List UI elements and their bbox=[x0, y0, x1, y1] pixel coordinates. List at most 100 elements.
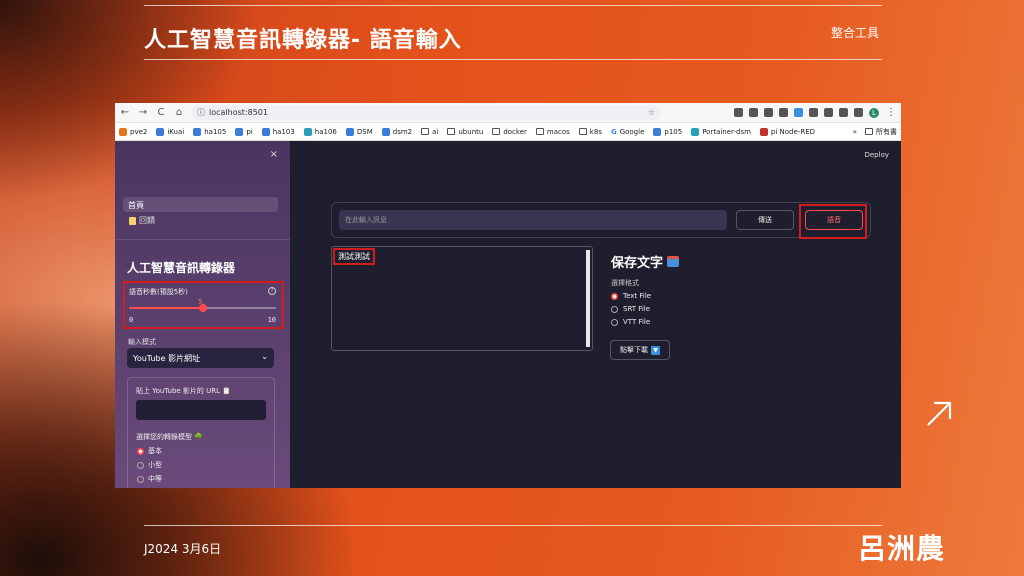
extension-icon[interactable] bbox=[764, 108, 773, 117]
slider-thumb[interactable] bbox=[198, 304, 207, 312]
extension-icon[interactable] bbox=[824, 108, 833, 117]
folder-icon bbox=[421, 128, 430, 135]
bookmark-item[interactable]: G Google bbox=[611, 128, 644, 136]
chevron-down-icon: ⌄ bbox=[261, 352, 268, 361]
bookmarks-more-button[interactable]: » bbox=[853, 128, 857, 136]
bookmark-item[interactable]: p105 bbox=[653, 127, 682, 136]
sidepanel-icon[interactable] bbox=[854, 108, 863, 117]
slide-author: 呂洲農 bbox=[858, 532, 946, 565]
youtube-url-input[interactable] bbox=[136, 400, 266, 420]
radio-selected-icon bbox=[137, 447, 144, 455]
sidebar-title: 人工智慧音訊轉錄器 bbox=[127, 261, 236, 275]
extension-icon[interactable] bbox=[794, 108, 803, 117]
bookmark-icon bbox=[759, 127, 768, 136]
bookmark-icon bbox=[381, 127, 390, 136]
bookmark-icon bbox=[193, 127, 202, 136]
menu-icon[interactable]: ⋮ bbox=[885, 107, 897, 118]
footer-rule bbox=[144, 525, 882, 526]
bookmark-folder[interactable]: ai bbox=[421, 128, 438, 136]
transcript-textarea[interactable]: 測試測試 bbox=[331, 246, 593, 351]
extension-icon[interactable] bbox=[734, 108, 743, 117]
bookmark-icon bbox=[345, 127, 354, 136]
top-rule bbox=[144, 5, 882, 6]
bookmark-item[interactable]: pi bbox=[235, 127, 253, 136]
google-icon: G bbox=[610, 127, 617, 136]
slider-min: 0 bbox=[129, 316, 134, 324]
deploy-button[interactable]: Deploy bbox=[864, 151, 889, 159]
arrow-up-right-icon bbox=[927, 401, 952, 426]
scrollbar[interactable] bbox=[586, 250, 590, 347]
home-icon[interactable]: ⌂ bbox=[173, 107, 185, 118]
model-option[interactable]: 基本 bbox=[137, 446, 162, 456]
inbox-icon bbox=[667, 256, 680, 267]
folder-icon bbox=[535, 128, 544, 135]
input-mode-select[interactable]: YouTube 影片網址 ⌄ bbox=[127, 348, 274, 368]
bookmark-item[interactable]: pi Node-RED bbox=[759, 127, 815, 136]
browser-toolbar: ← → C ⌂ ⓘ localhost:8501 ☆ L ⋮ bbox=[115, 103, 901, 123]
forward-icon[interactable]: → bbox=[137, 107, 149, 118]
folder-icon bbox=[492, 128, 501, 135]
bookmark-folder[interactable]: k8s bbox=[578, 128, 602, 136]
radio-icon bbox=[611, 305, 618, 313]
all-bookmarks-button[interactable]: 所有書 bbox=[865, 127, 897, 137]
bookmark-item[interactable]: iKuai bbox=[156, 127, 184, 136]
voice-highlight: 語音 bbox=[799, 204, 867, 239]
title-rule bbox=[144, 59, 882, 60]
send-button[interactable]: 傳送 bbox=[736, 210, 794, 230]
star-icon[interactable]: ☆ bbox=[648, 108, 655, 117]
extensions-row: L ⋮ bbox=[734, 107, 897, 118]
extension-icon[interactable] bbox=[779, 108, 788, 117]
sidebar: × 首頁 回饋 人工智慧音訊轉錄器 語音秒數(預設5秒) ? 5 0 10 輸入… bbox=[115, 141, 290, 488]
sidebar-divider bbox=[115, 239, 290, 240]
nav-home[interactable]: 首頁 bbox=[123, 197, 278, 212]
download-icon[interactable] bbox=[839, 108, 848, 117]
radio-icon bbox=[611, 318, 618, 326]
slider-fill bbox=[129, 307, 203, 309]
bookmark-folder[interactable]: docker bbox=[492, 128, 527, 136]
input-mode-value: YouTube 影片網址 bbox=[133, 354, 201, 363]
memo-icon bbox=[129, 216, 136, 225]
voice-button[interactable]: 語音 bbox=[805, 210, 863, 230]
download-button[interactable]: 點擊下載 ▼ bbox=[610, 340, 670, 360]
help-icon[interactable]: ? bbox=[268, 287, 276, 295]
model-option[interactable]: 小型 bbox=[137, 460, 162, 470]
input-mode-label: 輸入模式 bbox=[128, 338, 156, 346]
bookmark-item[interactable]: dsm2 bbox=[381, 127, 412, 136]
bookmark-item[interactable]: Portainer-dsm bbox=[691, 127, 751, 136]
bookmark-item[interactable]: DSM bbox=[345, 127, 373, 136]
slider-max: 10 bbox=[267, 316, 276, 324]
bookmark-folder[interactable]: ubuntu bbox=[447, 128, 483, 136]
close-icon[interactable]: × bbox=[270, 149, 278, 160]
bookmark-item[interactable]: ha106 bbox=[303, 127, 337, 136]
chat-input[interactable]: 在此輸入訊息 bbox=[339, 210, 727, 230]
profile-avatar[interactable]: L bbox=[869, 107, 879, 118]
slider-label: 語音秒數(預設5秒) bbox=[129, 288, 188, 296]
youtube-form: 貼上 YouTube 影片的 URL 📋 選擇您的轉錄模型 🌳 基本 小型 中等… bbox=[127, 377, 275, 488]
address-bar[interactable]: ⓘ localhost:8501 ☆ bbox=[191, 105, 661, 120]
reload-icon[interactable]: C bbox=[155, 107, 167, 118]
bookmark-item[interactable]: ha103 bbox=[261, 127, 295, 136]
extension-icon[interactable] bbox=[749, 108, 758, 117]
format-option[interactable]: SRT File bbox=[611, 305, 650, 313]
bookmark-item[interactable]: pve2 bbox=[119, 127, 147, 136]
url-text: localhost:8501 bbox=[209, 108, 268, 117]
nav-review[interactable]: 回饋 bbox=[129, 215, 155, 226]
format-option[interactable]: Text File bbox=[611, 292, 651, 300]
bookmark-icon bbox=[235, 127, 244, 136]
bookmark-item[interactable]: ha105 bbox=[193, 127, 226, 136]
slider-track[interactable] bbox=[129, 304, 276, 312]
radio-selected-icon bbox=[611, 292, 618, 300]
transcript-text: 測試測試 bbox=[333, 248, 375, 265]
browser-screenshot: ← → C ⌂ ⓘ localhost:8501 ☆ L ⋮ pve2 iKua… bbox=[115, 103, 901, 488]
format-option[interactable]: VTT File bbox=[611, 318, 650, 326]
bookmarks-overflow: » 所有書 bbox=[853, 127, 897, 137]
model-option[interactable]: 中等 bbox=[137, 474, 162, 484]
extension-icon[interactable] bbox=[809, 108, 818, 117]
folder-icon bbox=[865, 128, 873, 135]
site-info-icon[interactable]: ⓘ bbox=[197, 107, 205, 118]
chat-bar: 在此輸入訊息 傳送 語音 bbox=[331, 202, 871, 239]
back-icon[interactable]: ← bbox=[119, 107, 131, 118]
bookmark-icon bbox=[156, 127, 165, 136]
main-area: Deploy 在此輸入訊息 傳送 語音 測試測試 保存文字 選擇格式 Text … bbox=[290, 141, 901, 488]
bookmark-folder[interactable]: macos bbox=[535, 128, 570, 136]
